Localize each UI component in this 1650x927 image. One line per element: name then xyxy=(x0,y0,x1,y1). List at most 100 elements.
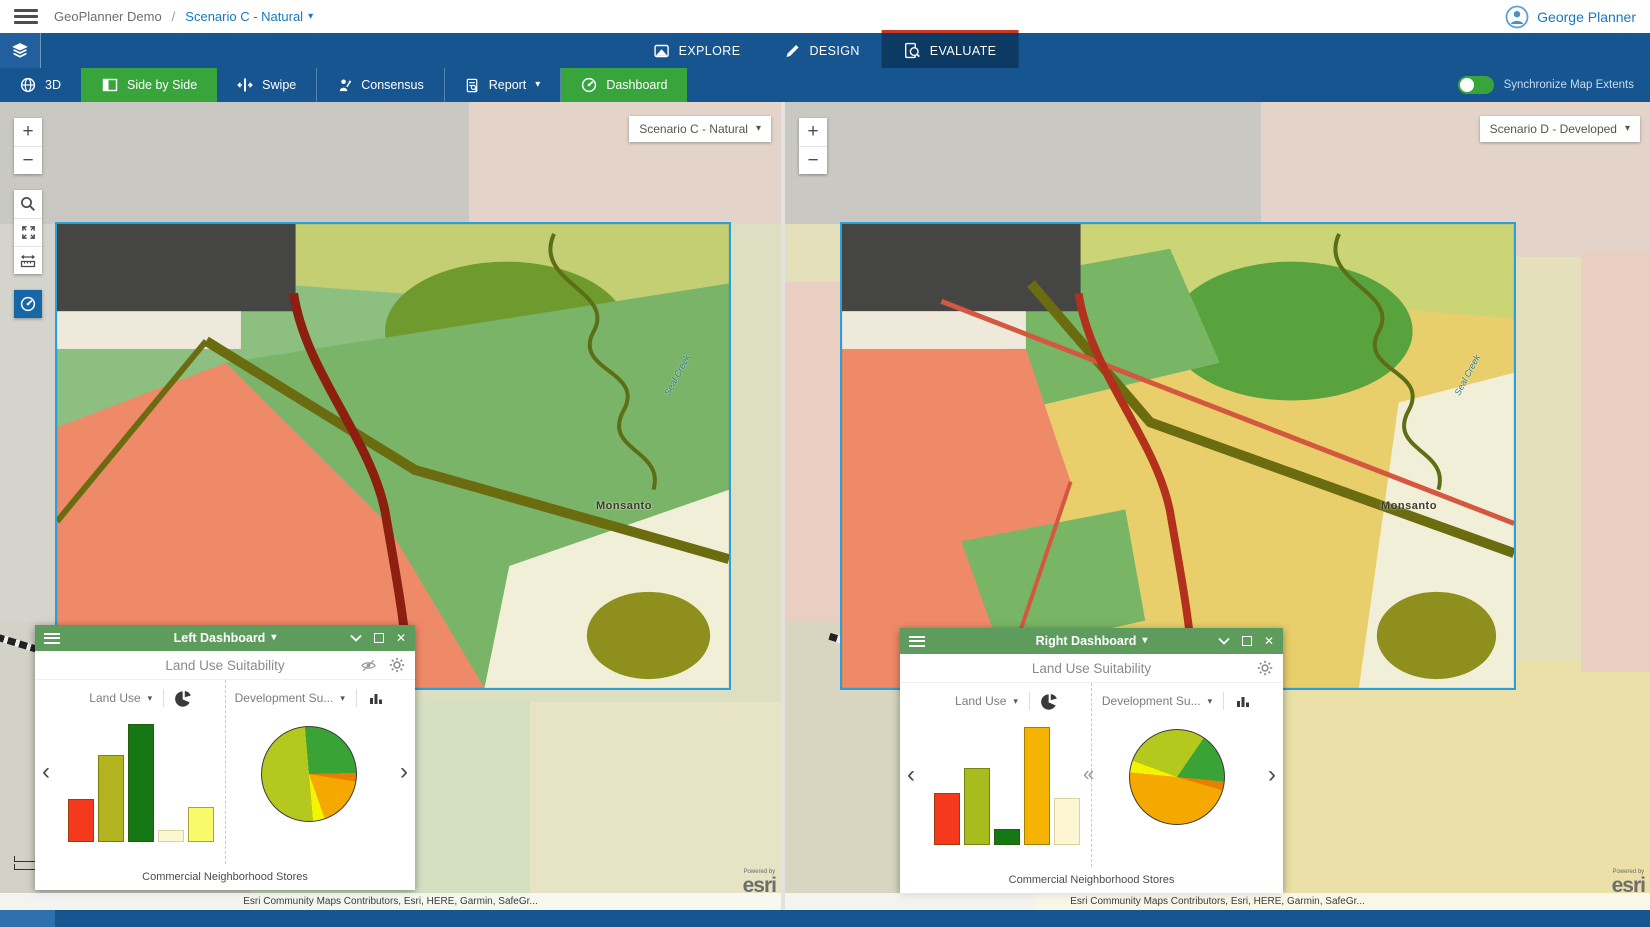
full-extent-button[interactable] xyxy=(14,218,42,246)
development-suitability-widget: Development Su... ▾ xyxy=(1092,683,1261,867)
panel-title: Land Use Suitability xyxy=(165,658,284,673)
carousel-next-button[interactable]: › xyxy=(393,680,415,864)
bar-segment xyxy=(158,830,184,842)
carousel-previous-button[interactable]: ‹ xyxy=(900,683,922,867)
map-tools xyxy=(14,190,42,274)
caret-down-icon: ▾ xyxy=(271,633,276,643)
maximize-icon xyxy=(374,633,384,643)
land-use-bar-chart xyxy=(57,724,225,842)
top-bar: GeoPlanner Demo / Scenario C - Natural ▾… xyxy=(0,0,1650,33)
gear-icon[interactable] xyxy=(389,657,405,673)
bar-segment xyxy=(98,755,124,842)
pie-chart-toggle-icon[interactable] xyxy=(1041,693,1058,710)
map-attribution: Esri Community Maps Contributors, Esri, … xyxy=(0,893,781,910)
right-project-area[interactable] xyxy=(840,222,1516,690)
bar-segment xyxy=(128,724,154,842)
measure-ruler-icon xyxy=(20,253,36,269)
left-project-area[interactable] xyxy=(55,222,731,690)
swipe-button[interactable]: Swipe xyxy=(217,68,317,102)
carousel-next-button[interactable]: › xyxy=(1261,683,1283,867)
tab-design[interactable]: DESIGN xyxy=(762,33,881,68)
dashboard-menu-icon[interactable] xyxy=(44,633,60,644)
close-icon: ✕ xyxy=(1264,634,1274,648)
dashboard-menu-icon[interactable] xyxy=(909,636,925,647)
right-map-pane[interactable]: Monsanto Seal Creek + − Scenario D - Dev… xyxy=(785,102,1650,910)
bar-segment xyxy=(934,793,960,845)
left-scenario-selector[interactable]: Scenario C - Natural ▾ xyxy=(629,116,771,142)
basemap-region xyxy=(785,102,1261,224)
right-dashboard-header[interactable]: Right Dashboard ▾ ✕ xyxy=(900,628,1283,654)
side-by-side-button[interactable]: Side by Side xyxy=(82,68,217,102)
breadcrumb-scenario-dropdown[interactable]: Scenario C - Natural ▾ xyxy=(185,9,313,24)
synchronize-map-extents-toggle[interactable] xyxy=(1458,76,1494,94)
land-use-widget: Land Use ▾ xyxy=(57,680,225,864)
expand-arrows-icon xyxy=(21,225,36,240)
widget-label: Land Use xyxy=(89,691,140,705)
right-scenario-selector[interactable]: Scenario D - Developed ▾ xyxy=(1480,116,1640,142)
chevron-down-icon xyxy=(350,634,362,642)
side-by-side-icon xyxy=(102,77,118,93)
user-avatar-icon[interactable] xyxy=(1505,5,1529,29)
tab-explore[interactable]: EXPLORE xyxy=(632,33,763,68)
consensus-button[interactable]: Consensus xyxy=(317,68,445,102)
development-suitability-widget: Development Su... ▾ xyxy=(226,680,394,864)
bar-chart-toggle-icon[interactable] xyxy=(368,690,384,706)
caret-down-icon: ▾ xyxy=(535,80,540,90)
bar-segment xyxy=(188,807,214,842)
gear-icon[interactable] xyxy=(1257,660,1273,676)
dashboard-map-button[interactable] xyxy=(14,290,42,318)
development-suitability-pie-chart xyxy=(261,726,357,822)
chart-footer-label: Commercial Neighborhood Stores xyxy=(900,867,1283,893)
evaluate-toolbar: 3D Side by Side Swipe Consensus Report ▾… xyxy=(0,68,1650,102)
user-name[interactable]: George Planner xyxy=(1537,9,1636,25)
visibility-eye-icon[interactable] xyxy=(360,658,377,673)
close-icon: ✕ xyxy=(396,631,406,645)
globe-icon xyxy=(20,77,36,93)
measure-button[interactable] xyxy=(14,246,42,274)
report-icon xyxy=(465,78,480,93)
caret-down-icon: ▾ xyxy=(308,12,313,22)
bar-segment xyxy=(964,768,990,845)
bar-chart-toggle-icon[interactable] xyxy=(1235,693,1251,709)
close-panel-button[interactable]: ✕ xyxy=(1264,634,1274,648)
esri-logo: Powered by esri xyxy=(1612,869,1645,896)
caret-down-icon[interactable]: ▾ xyxy=(1208,696,1213,707)
caret-down-icon: ▾ xyxy=(1625,124,1630,134)
consensus-person-icon xyxy=(337,78,352,93)
bar-segment xyxy=(994,829,1020,845)
town-label: Monsanto xyxy=(1381,500,1437,512)
caret-down-icon[interactable]: ▾ xyxy=(148,693,153,704)
zoom-out-button[interactable]: − xyxy=(14,146,42,174)
close-panel-button[interactable]: ✕ xyxy=(396,631,406,645)
layers-button[interactable] xyxy=(0,33,41,68)
zoom-out-button[interactable]: − xyxy=(799,146,827,174)
left-map-pane[interactable]: Monsanto Seal Creek + − xyxy=(0,102,781,910)
tab-evaluate[interactable]: EVALUATE xyxy=(882,33,1019,68)
land-use-bar-chart xyxy=(922,727,1091,845)
pie-chart-toggle-icon[interactable] xyxy=(175,690,192,707)
swipe-icon xyxy=(237,77,253,93)
zoom-in-button[interactable]: + xyxy=(14,118,42,146)
left-dashboard-header[interactable]: Left Dashboard ▾ ✕ xyxy=(35,625,415,651)
caret-down-icon[interactable]: ▾ xyxy=(1013,696,1018,707)
dashboard-button[interactable]: Dashboard xyxy=(561,68,687,102)
collapse-panel-button[interactable] xyxy=(1218,637,1230,645)
collapse-panel-button[interactable] xyxy=(350,634,362,642)
right-dashboard-title[interactable]: Right Dashboard ▾ xyxy=(1036,634,1148,648)
explore-icon xyxy=(654,43,670,59)
town-label: Monsanto xyxy=(596,500,652,512)
right-dashboard-panel: Right Dashboard ▾ ✕ Land Use Suitability xyxy=(900,628,1283,893)
zoom-control: + − xyxy=(14,118,42,174)
search-button[interactable] xyxy=(14,190,42,218)
report-button[interactable]: Report ▾ xyxy=(445,68,562,102)
carousel-previous-button[interactable]: ‹ xyxy=(35,680,57,864)
breadcrumb-separator: / xyxy=(172,9,176,24)
bar-segment xyxy=(1054,798,1080,845)
maximize-panel-button[interactable] xyxy=(374,633,384,643)
caret-down-icon[interactable]: ▾ xyxy=(340,693,345,704)
3d-button[interactable]: 3D xyxy=(0,68,82,102)
left-dashboard-title[interactable]: Left Dashboard ▾ xyxy=(174,631,277,645)
zoom-in-button[interactable]: + xyxy=(799,118,827,146)
main-menu-icon[interactable] xyxy=(14,9,38,24)
maximize-panel-button[interactable] xyxy=(1242,636,1252,646)
